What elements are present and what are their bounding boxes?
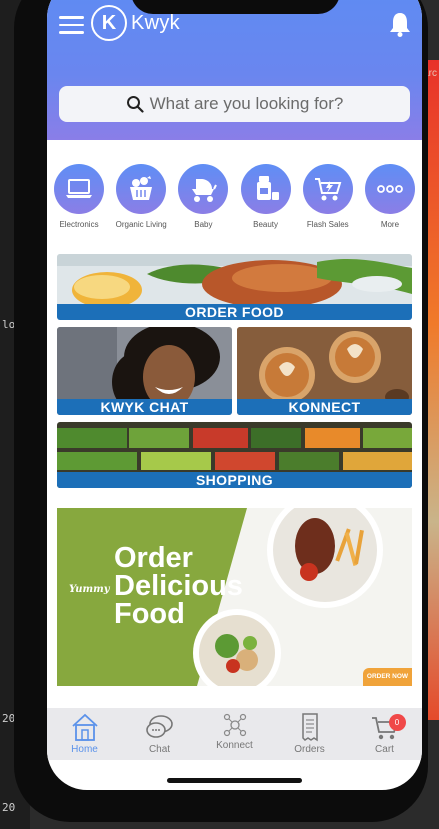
hamburger-menu-icon[interactable]	[59, 16, 84, 34]
tab-label: Home	[71, 744, 98, 755]
tab-label: Orders	[294, 744, 325, 755]
bottom-tab-bar: Home Chat Konnect Orders 0 Cart	[47, 708, 422, 760]
logo-mark: K	[91, 5, 127, 41]
tab-konnect[interactable]: Konnect	[205, 708, 265, 760]
shopping-tile[interactable]: SHOPPING	[57, 422, 412, 488]
tab-home[interactable]: Home	[55, 708, 115, 760]
tab-label: Chat	[148, 744, 171, 755]
category-label: Electronics	[59, 220, 99, 229]
app-screen: K Kwyk What are you looking for? Electro…	[47, 0, 422, 790]
kwyk-chat-label: KWYK CHAT	[57, 399, 232, 415]
category-row: Electronics Organic Living Baby Beauty F…	[53, 164, 416, 229]
cosmetics-icon	[256, 176, 279, 200]
phone-notch	[131, 0, 340, 14]
category-label: Flash Sales	[306, 220, 349, 229]
search-placeholder: What are you looking for?	[149, 94, 344, 113]
promo-brand: Yummy	[69, 584, 110, 595]
order-food-tile[interactable]: ORDER FOOD	[57, 254, 412, 320]
home-icon	[71, 713, 98, 741]
konnect-tile[interactable]: KONNECT	[237, 327, 412, 415]
kwyk-chat-tile[interactable]: KWYK CHAT	[57, 327, 232, 415]
order-now-button[interactable]: ORDER NOW	[363, 668, 412, 686]
search-input[interactable]: What are you looking for?	[59, 86, 410, 122]
category-flash-sales[interactable]: Flash Sales	[302, 164, 354, 229]
laptop-icon	[66, 179, 92, 198]
shopping-label: SHOPPING	[57, 472, 412, 488]
category-label: Organic Living	[115, 220, 167, 229]
cart-flash-icon	[314, 178, 342, 201]
home-indicator	[167, 778, 302, 783]
category-electronics[interactable]: Electronics	[53, 164, 105, 229]
category-label: Baby	[194, 220, 213, 229]
tab-chat[interactable]: Chat	[130, 708, 190, 760]
background-text: 20	[2, 801, 16, 814]
category-label: More	[380, 220, 400, 229]
more-dots-icon	[377, 185, 403, 193]
promo-headline-line: Order	[114, 542, 193, 574]
cart-count-badge: 0	[388, 714, 406, 731]
konnect-icon	[223, 713, 246, 737]
konnect-label: KONNECT	[237, 399, 412, 415]
promo-headline-line: Food	[114, 598, 185, 630]
promo-headline-line: Delicious	[114, 570, 243, 602]
category-organic-living[interactable]: Organic Living	[115, 164, 167, 229]
order-food-label: ORDER FOOD	[57, 304, 412, 320]
category-beauty[interactable]: Beauty	[240, 164, 292, 229]
basket-icon	[130, 176, 153, 200]
tab-label: Konnect	[216, 740, 253, 751]
bell-icon[interactable]	[388, 11, 412, 37]
category-more[interactable]: More	[364, 164, 416, 229]
tab-label: Cart	[375, 744, 394, 755]
category-label: Beauty	[253, 220, 279, 229]
promo-headline: Order Delicious Food	[114, 542, 243, 630]
app-name: Kwyk	[131, 11, 180, 34]
chat-icon	[145, 715, 173, 738]
search-icon	[126, 96, 144, 113]
phone-frame: K Kwyk What are you looking for? Electro…	[14, 0, 428, 822]
tab-cart[interactable]: 0 Cart	[355, 708, 415, 760]
tab-orders[interactable]: Orders	[280, 708, 340, 760]
app-header: K Kwyk What are you looking for?	[47, 0, 422, 140]
stroller-icon	[192, 179, 218, 202]
promo-banner[interactable]: Yummy Order Delicious Food ORDER NOW	[57, 508, 412, 686]
receipt-icon	[301, 713, 318, 742]
category-baby[interactable]: Baby	[177, 164, 229, 229]
